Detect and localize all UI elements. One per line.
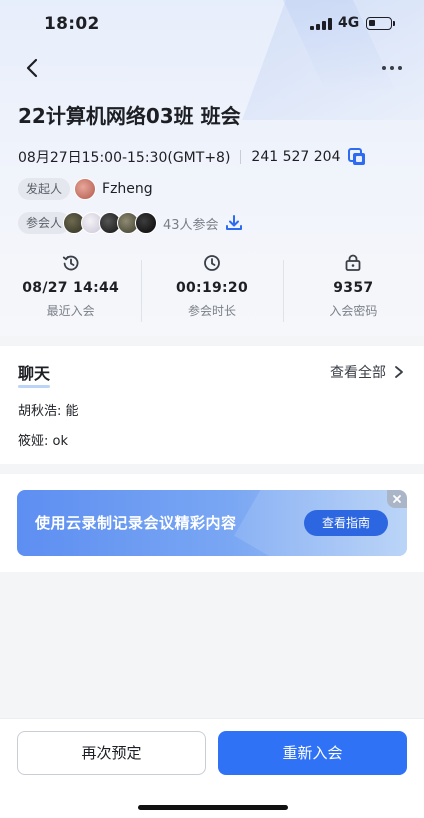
rejoin-button[interactable]: 重新入会 bbox=[218, 731, 407, 775]
meeting-datetime: 08月27日15:00-15:30(GMT+8) bbox=[18, 150, 231, 166]
bottom-action-bar: 再次预定 重新入会 bbox=[0, 718, 424, 818]
battery-icon bbox=[366, 17, 395, 30]
status-bar: 18:02 4G bbox=[0, 0, 424, 48]
host-row: 发起人 Fzheng bbox=[18, 178, 153, 200]
stat-value: 08/27 14:44 bbox=[22, 280, 120, 296]
download-icon[interactable] bbox=[225, 214, 243, 232]
chat-card: 聊天 查看全部 胡秋浩: 能 筱娅: ok bbox=[0, 346, 424, 464]
host-avatar bbox=[74, 178, 97, 200]
divider bbox=[240, 150, 242, 164]
attendee-count: 43人参会 bbox=[163, 217, 219, 233]
attendee-avatars bbox=[63, 212, 158, 234]
meeting-id: 241 527 204 bbox=[251, 149, 341, 165]
avatar bbox=[135, 212, 158, 234]
host-tag: 发起人 bbox=[18, 178, 71, 200]
banner-text: 使用云录制记录会议精彩内容 bbox=[35, 514, 237, 532]
view-all-label: 查看全部 bbox=[330, 365, 386, 381]
rebook-button[interactable]: 再次预定 bbox=[17, 731, 206, 775]
chevron-right-icon bbox=[395, 366, 403, 378]
stat-password: 9357 入会密码 bbox=[282, 252, 424, 326]
copy-icon[interactable] bbox=[347, 147, 367, 167]
stat-last-join: 08/27 14:44 最近入会 bbox=[0, 252, 141, 326]
meeting-title: 22计算机网络03班 班会 bbox=[18, 104, 241, 128]
header-area: 18:02 4G 22计算机网络03班 班会 08月27日15:00-15:30… bbox=[0, 0, 424, 336]
meeting-meta: 08月27日15:00-15:30(GMT+8) 241 527 204 bbox=[18, 147, 367, 167]
chat-message: 筱娅: ok bbox=[18, 434, 68, 449]
stat-label: 参会时长 bbox=[187, 304, 236, 318]
clock-icon bbox=[204, 255, 220, 271]
banner-section: 使用云录制记录会议精彩内容 查看指南 bbox=[0, 474, 424, 572]
chat-message: 胡秋浩: 能 bbox=[18, 404, 79, 419]
cloud-recording-banner[interactable]: 使用云录制记录会议精彩内容 查看指南 bbox=[17, 490, 407, 556]
signal-icon bbox=[310, 18, 332, 30]
more-options-icon[interactable] bbox=[380, 58, 404, 78]
back-arrow-icon[interactable] bbox=[18, 54, 46, 82]
history-icon bbox=[62, 255, 79, 271]
home-indicator bbox=[138, 805, 288, 810]
view-guide-button[interactable]: 查看指南 bbox=[304, 510, 388, 536]
close-banner-button[interactable] bbox=[387, 490, 407, 508]
stat-value: 00:19:20 bbox=[175, 280, 249, 296]
stat-duration: 00:19:20 参会时长 bbox=[141, 252, 282, 326]
stat-value: 9357 bbox=[333, 280, 374, 296]
attendees-row[interactable]: 参会人 43人参会 bbox=[18, 212, 243, 234]
network-type: 4G bbox=[338, 15, 360, 31]
stat-label: 最近入会 bbox=[46, 304, 95, 318]
view-all-button[interactable]: 查看全部 bbox=[330, 362, 404, 382]
close-icon bbox=[393, 495, 401, 503]
status-time: 18:02 bbox=[44, 14, 100, 34]
host-name: Fzheng bbox=[102, 181, 153, 197]
meeting-stats: 08/27 14:44 最近入会 00:19:20 参会时长 9357 入会密码 bbox=[0, 252, 424, 326]
stat-label: 入会密码 bbox=[329, 304, 378, 318]
lock-icon bbox=[345, 254, 361, 271]
chat-title: 聊天 bbox=[18, 360, 51, 388]
